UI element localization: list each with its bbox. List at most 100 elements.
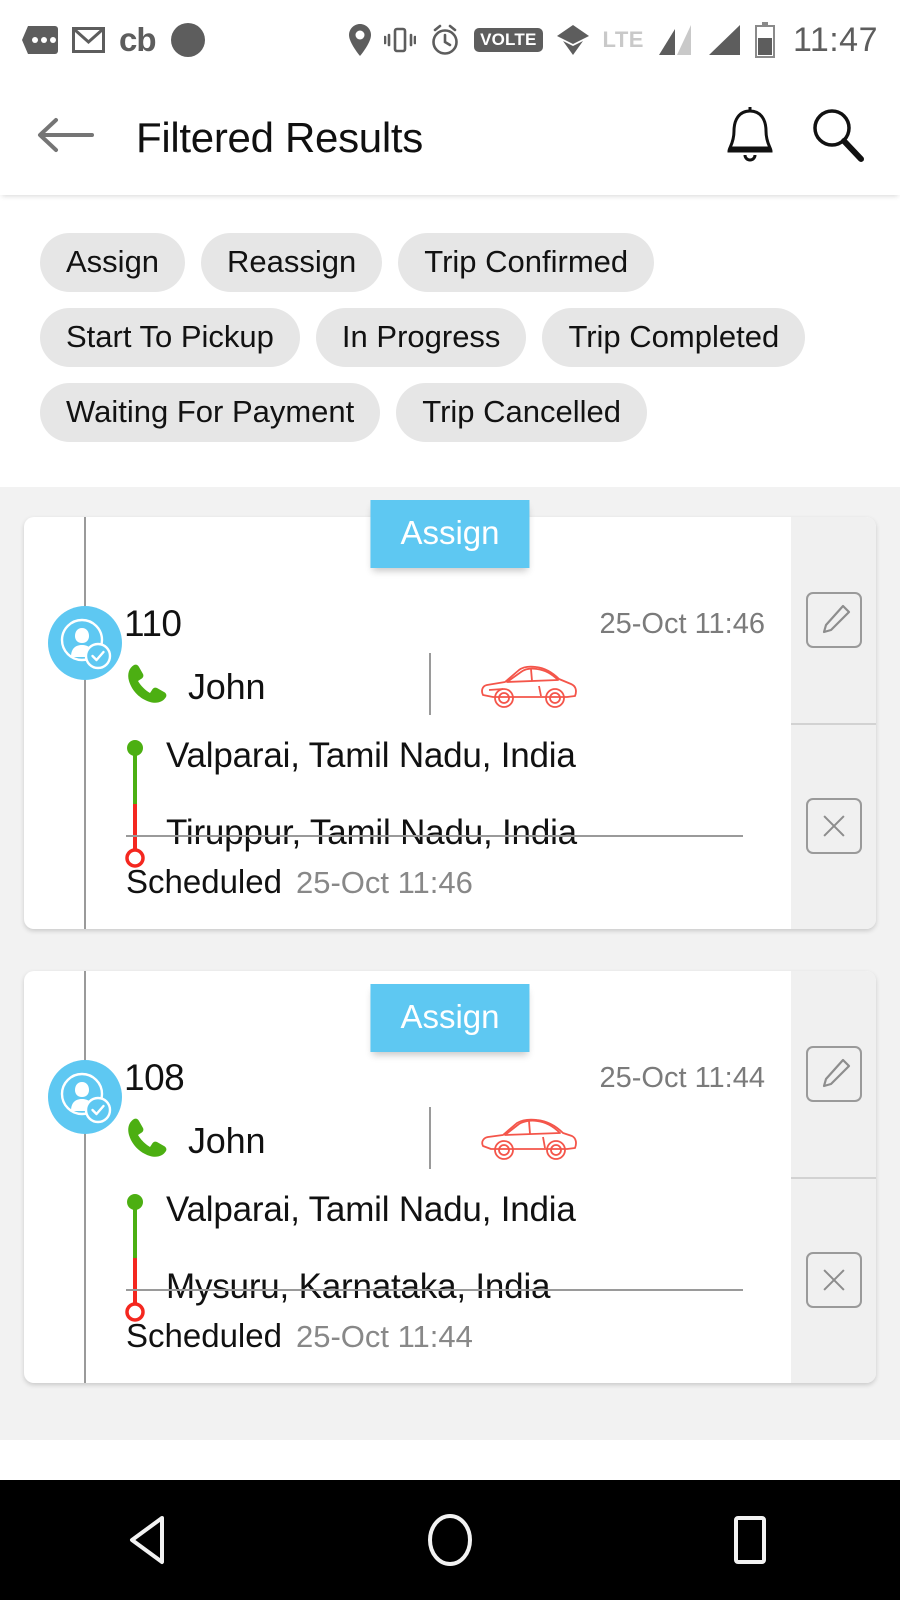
- volte-icon: VOLTE: [474, 28, 543, 52]
- car-icon: [481, 665, 577, 708]
- circle-icon: [170, 23, 205, 57]
- nav-home-circle-icon: [428, 1514, 472, 1566]
- action-separator: [791, 1177, 876, 1179]
- lte-label: LTE: [602, 27, 644, 52]
- filter-chip-in-progress[interactable]: In Progress: [315, 308, 527, 367]
- search-button[interactable]: [810, 107, 864, 168]
- search-icon: [813, 109, 864, 162]
- android-nav-bar: [0, 1480, 900, 1600]
- gmail-icon: [72, 27, 105, 53]
- nav-back-triangle-icon: [130, 1516, 164, 1564]
- filter-chip-trip-cancelled[interactable]: Trip Cancelled: [396, 383, 647, 442]
- trip-card-body: 110 25-Oct 11:46 John Valparai, Tamil Na…: [24, 517, 791, 929]
- driver-row: John: [124, 653, 771, 715]
- status-bar-left-icons: cb: [22, 22, 206, 58]
- route-block: Valparai, Tamil Nadu, India Tiruppur, Ta…: [124, 738, 771, 868]
- signal-1-icon: [658, 25, 691, 55]
- app-bar-actions: [724, 107, 864, 168]
- schedule-row: Scheduled 25-Oct 11:46: [126, 863, 473, 901]
- trip-card-container: Assign 110 25-Oct 11:46 John Valparai, T…: [24, 487, 876, 929]
- vehicle-type: [479, 659, 579, 718]
- schedule-time: 25-Oct 11:46: [295, 865, 473, 900]
- nav-recents-square-icon: [734, 1516, 766, 1564]
- notifications-button[interactable]: [724, 107, 776, 168]
- schedule-time: 25-Oct 11:44: [295, 1319, 473, 1354]
- route-line-icon: [125, 740, 145, 868]
- call-driver-button[interactable]: [124, 1115, 170, 1166]
- driver-row: John: [124, 1107, 771, 1169]
- filter-chip-trip-confirmed[interactable]: Trip Confirmed: [398, 233, 655, 292]
- card-timeline-divider: [84, 971, 86, 1383]
- edit-trip-button[interactable]: [791, 517, 876, 723]
- bell-icon: [727, 107, 773, 162]
- vibrate-icon: [384, 27, 417, 53]
- cancel-trip-button[interactable]: [791, 723, 876, 929]
- schedule-row: Scheduled 25-Oct 11:44: [126, 1317, 473, 1355]
- arrow-left-icon: [38, 118, 94, 152]
- close-icon: [805, 798, 862, 854]
- close-icon: [805, 1252, 862, 1308]
- driver-name: John: [188, 665, 266, 707]
- status-bar: cb VOLTE LTE 11:47: [0, 0, 900, 80]
- user-verified-icon: [60, 1072, 112, 1124]
- card-timeline-divider: [84, 517, 86, 929]
- avatar: [48, 1060, 122, 1134]
- edit-trip-button[interactable]: [791, 971, 876, 1177]
- status-badge[interactable]: Assign: [370, 500, 530, 568]
- filter-chip-assign[interactable]: Assign: [40, 233, 186, 292]
- filter-chip-reassign[interactable]: Reassign: [201, 233, 383, 292]
- trip-list[interactable]: Assign 110 25-Oct 11:46 John Valparai, T…: [0, 487, 900, 1440]
- filter-chip-start-to-pickup[interactable]: Start To Pickup: [40, 308, 300, 367]
- car-icon: [481, 1118, 577, 1160]
- battery-icon: [754, 22, 775, 58]
- schedule-label: Scheduled: [126, 863, 282, 900]
- vehicle-divider: [429, 1107, 431, 1169]
- drop-location: Mysuru, Karnataka, India: [166, 1267, 551, 1306]
- signal-2-icon: [708, 25, 740, 55]
- app-bar: Filtered Results: [0, 80, 900, 195]
- filter-chip-waiting-for-payment[interactable]: Waiting For Payment: [40, 383, 381, 442]
- trip-card[interactable]: 110 25-Oct 11:46 John Valparai, Tamil Na…: [24, 517, 876, 929]
- location-pin-icon: [349, 24, 372, 56]
- status-bar-right-icons: VOLTE LTE 11:47: [349, 21, 878, 60]
- action-separator: [791, 723, 876, 725]
- filter-chips-row: Assign Reassign Trip Confirmed Start To …: [40, 233, 860, 442]
- nav-home-button[interactable]: [375, 1480, 525, 1600]
- trip-card-actions: [791, 517, 876, 929]
- avatar: [48, 606, 122, 680]
- back-button[interactable]: [36, 115, 94, 160]
- phone-icon: [128, 1118, 167, 1157]
- route-block: Valparai, Tamil Nadu, India Mysuru, Karn…: [124, 1190, 771, 1322]
- driver-name: John: [188, 1119, 266, 1161]
- nav-recents-button[interactable]: [675, 1480, 825, 1600]
- trip-id: 108: [124, 1057, 185, 1098]
- cancel-trip-button[interactable]: [791, 1177, 876, 1383]
- edit-icon: [805, 592, 862, 648]
- wifi-icon: [556, 25, 589, 55]
- alarm-icon: [432, 24, 458, 55]
- pickup-location: Valparai, Tamil Nadu, India: [166, 1190, 576, 1229]
- user-verified-icon: [60, 618, 112, 670]
- trip-created-time: 25-Oct 11:44: [599, 1062, 765, 1094]
- call-driver-button[interactable]: [124, 661, 170, 712]
- trip-created-time: 25-Oct 11:46: [599, 608, 765, 640]
- trip-id: 110: [124, 603, 182, 644]
- schedule-label: Scheduled: [126, 1317, 282, 1354]
- filter-chips-panel: Assign Reassign Trip Confirmed Start To …: [0, 195, 900, 490]
- edit-icon: [805, 1046, 862, 1102]
- filter-chip-trip-completed[interactable]: Trip Completed: [542, 308, 806, 367]
- card-divider: [126, 1289, 743, 1291]
- phone-icon: [128, 664, 167, 703]
- route-line-icon: [125, 1194, 145, 1322]
- phone-screen: cb VOLTE LTE 11:47 Filtered Results Assi…: [0, 0, 900, 1600]
- vehicle-divider: [429, 653, 431, 715]
- drop-location: Tiruppur, Tamil Nadu, India: [166, 813, 577, 852]
- chat-dots-icon: [22, 26, 58, 54]
- trip-card-actions: [791, 971, 876, 1383]
- card-divider: [126, 835, 743, 837]
- nav-back-button[interactable]: [75, 1480, 225, 1600]
- status-bar-clock: 11:47: [792, 20, 878, 59]
- trip-card-container: Assign 108 25-Oct 11:44 John Valparai, T…: [24, 971, 876, 1383]
- status-badge[interactable]: Assign: [370, 984, 530, 1052]
- cb-icon: cb: [119, 20, 157, 58]
